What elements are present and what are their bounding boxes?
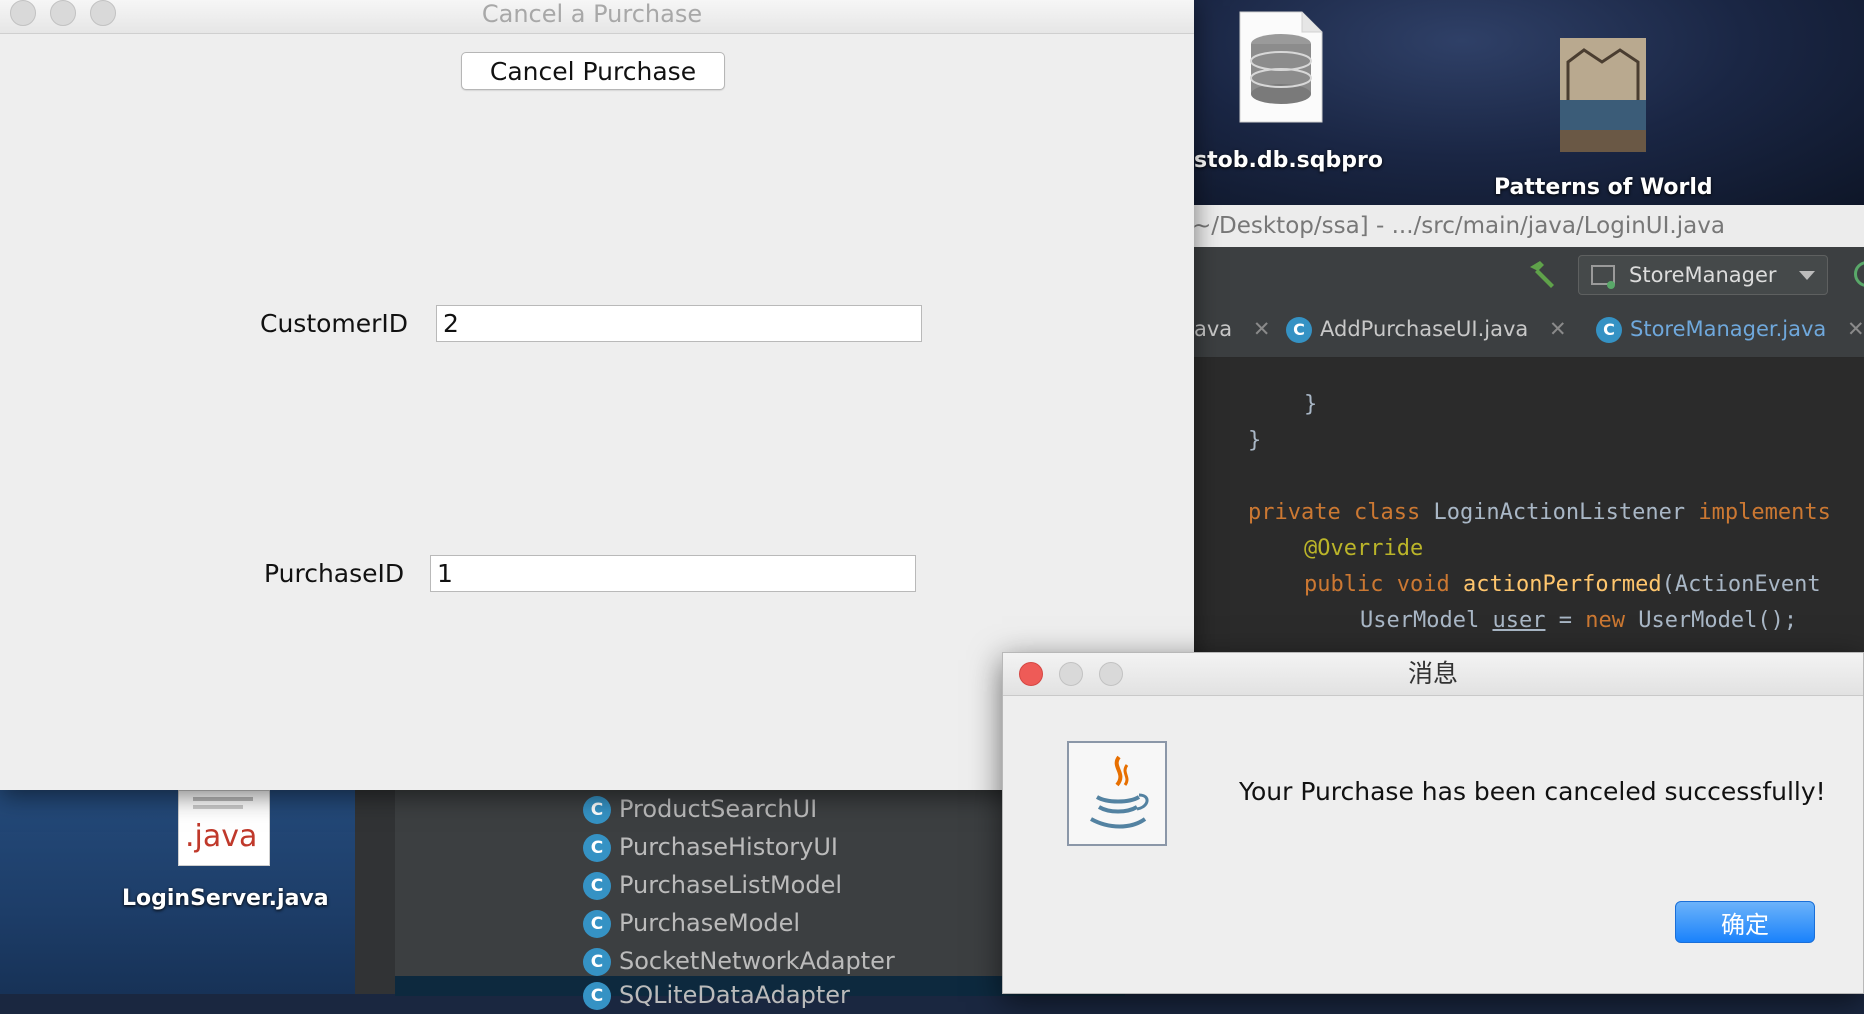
tree-item-label: PurchaseListModel (619, 871, 842, 899)
code-line: private class LoginActionListener implem… (1248, 500, 1831, 525)
ok-button[interactable]: 确定 (1675, 901, 1815, 943)
tree-item-productsearchui[interactable]: C ProductSearchUI (583, 790, 817, 828)
close-icon[interactable]: ✕ (1253, 317, 1271, 341)
tree-item-socketnetworkadapter[interactable]: C SocketNetworkAdapter (583, 942, 895, 980)
tree-item-label: SQLiteDataAdapter (619, 981, 850, 1009)
tree-item-sqlitedataadapter[interactable]: C SQLiteDataAdapter (583, 976, 850, 1014)
purchase-id-label: PurchaseID (264, 559, 405, 588)
cancel-purchase-button[interactable]: Cancel Purchase (461, 52, 725, 90)
class-icon: C (1286, 317, 1312, 343)
ide-titlebar: ~/Desktop/ssa] - .../src/main/java/Login… (1194, 205, 1864, 248)
message-dialog: 消息 Your Purchase has been canceled succe… (1002, 652, 1864, 994)
code-line: } (1304, 392, 1318, 417)
tab-label: AddPurchaseUI.java (1320, 317, 1529, 341)
tree-item-label: PurchaseHistoryUI (619, 833, 839, 861)
close-icon[interactable]: ✕ (1847, 317, 1864, 341)
class-icon: C (583, 982, 611, 1010)
class-icon: C (583, 948, 611, 976)
class-icon: C (583, 872, 611, 900)
java-file-label[interactable]: LoginServer.java (122, 886, 329, 911)
purchase-id-field[interactable] (430, 555, 916, 592)
ide-toolbar: StoreManager (1194, 247, 1864, 302)
ide-title: ~/Desktop/ssa] - .../src/main/java/Login… (1194, 213, 1725, 239)
java-logo-icon (1067, 741, 1167, 846)
chevron-down-icon (1799, 271, 1815, 280)
tab-storemanager[interactable]: C StoreManager.java ✕ (1596, 301, 1864, 357)
tree-item-purchasemodel[interactable]: C PurchaseModel (583, 904, 800, 942)
book-cover-icon[interactable] (1558, 36, 1648, 154)
tree-item-label: ProductSearchUI (619, 795, 818, 823)
dialog-titlebar: 消息 (1003, 653, 1863, 696)
code-line: @Override (1304, 536, 1424, 561)
desktop-background-bottom: .java LoginServer.java (0, 790, 355, 994)
code-line: public void actionPerformed(ActionEvent (1304, 572, 1821, 597)
class-icon: C (1596, 317, 1622, 343)
code-line: UserModel user = new UserModel(); (1360, 608, 1798, 633)
java-file-badge: .java (185, 819, 258, 854)
tab-loginui[interactable]: ava ✕ (1194, 301, 1270, 357)
customer-id-field[interactable] (436, 305, 922, 342)
run-config-label: StoreManager (1629, 263, 1777, 287)
tree-item-purchaselistmodel[interactable]: C PurchaseListModel (583, 866, 842, 904)
database-file-icon[interactable] (1236, 8, 1326, 126)
java-file-icon[interactable]: .java (178, 790, 270, 866)
book-cover-label[interactable]: Patterns of World (1494, 175, 1713, 200)
class-icon: C (583, 796, 611, 824)
run-configuration-select[interactable]: StoreManager (1578, 255, 1828, 295)
run-config-status-dot (1607, 281, 1615, 289)
window-title: Cancel a Purchase (481, 0, 703, 28)
class-icon: C (583, 910, 611, 938)
class-icon: C (583, 834, 611, 862)
desktop-background: stob.db.sqbpro Patterns of World (1194, 0, 1864, 205)
close-icon[interactable]: ✕ (1549, 317, 1567, 341)
dialog-title: 消息 (1407, 659, 1458, 688)
run-icon[interactable] (1854, 261, 1864, 287)
tree-item-label: SocketNetworkAdapter (619, 947, 895, 975)
tab-label: ava (1194, 317, 1233, 341)
database-file-label[interactable]: stob.db.sqbpro (1194, 148, 1383, 173)
code-line: } (1248, 428, 1262, 453)
tree-item-purchasehistoryui[interactable]: C PurchaseHistoryUI (583, 828, 838, 866)
editor-tab-bar: ava ✕ C AddPurchaseUI.java ✕ C StoreManage… (1194, 301, 1864, 358)
tab-label: StoreManager.java (1630, 317, 1827, 341)
window-titlebar: Cancel a Purchase (0, 0, 1194, 34)
tree-gutter (355, 790, 395, 994)
tree-item-label: PurchaseModel (619, 909, 801, 937)
customer-id-label: CustomerID (260, 309, 409, 338)
dialog-message: Your Purchase has been canceled successf… (1239, 777, 1826, 806)
tab-addpurchaseui[interactable]: C AddPurchaseUI.java ✕ (1286, 301, 1567, 357)
build-hammer-icon[interactable] (1524, 257, 1558, 291)
